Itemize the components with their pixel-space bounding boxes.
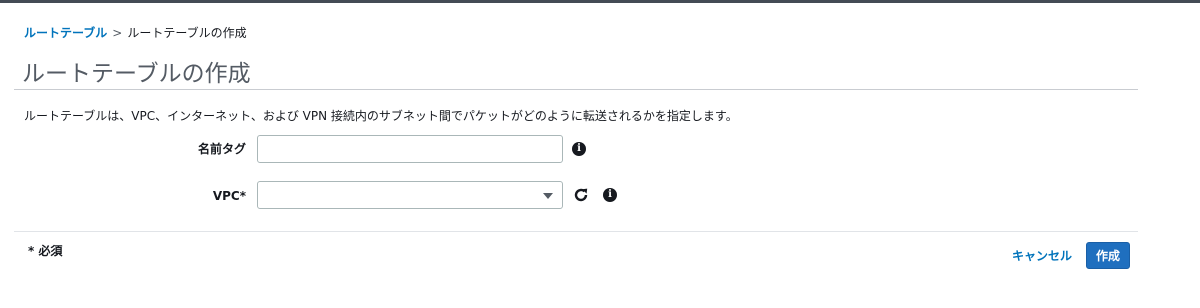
info-icon[interactable]: i [572,142,586,156]
breadcrumb-link-route-tables[interactable]: ルートテーブル [24,26,107,40]
refresh-icon[interactable] [573,187,589,203]
page-title: ルートテーブルの作成 [22,61,251,87]
title-divider [14,89,1138,90]
footer-divider [14,231,1138,232]
required-note: * 必須 [28,244,63,258]
vpc-select[interactable] [257,181,563,209]
vpc-label: VPC* [212,189,246,203]
page-description: ルートテーブルは、VPC、インターネット、および VPN 接続内のサブネット間で… [24,109,738,123]
breadcrumb: ルートテーブル > ルートテーブルの作成 [24,24,247,42]
name-tag-input[interactable] [257,135,563,163]
info-icon[interactable]: i [603,188,617,202]
create-button[interactable]: 作成 [1086,242,1130,269]
top-border [0,0,1200,3]
name-tag-label: 名前タグ [197,142,246,156]
breadcrumb-current: ルートテーブルの作成 [127,26,247,40]
chevron-down-icon [543,193,553,199]
cancel-button[interactable]: キャンセル [1006,245,1078,267]
breadcrumb-separator: > [112,26,123,40]
